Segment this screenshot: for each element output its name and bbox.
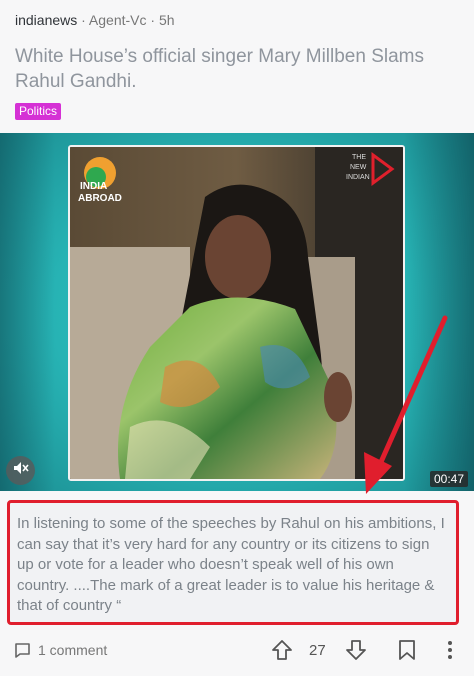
post-footer: 1 comment 27: [0, 632, 474, 668]
arrow-up-icon: [272, 640, 292, 660]
arrow-down-icon: [346, 640, 366, 660]
more-vertical-icon: [448, 641, 452, 659]
comments-button[interactable]: 1 comment: [14, 642, 107, 659]
annotation-arrow: [364, 315, 448, 494]
comment-icon: [15, 643, 30, 658]
vote-count: 27: [309, 642, 326, 659]
downvote-button[interactable]: [344, 638, 368, 667]
more-options-button[interactable]: [447, 640, 453, 665]
bookmark-icon: [399, 640, 415, 660]
bookmark-button[interactable]: [398, 640, 416, 665]
comments-label: 1 comment: [38, 642, 108, 658]
upvote-button[interactable]: [270, 638, 294, 667]
